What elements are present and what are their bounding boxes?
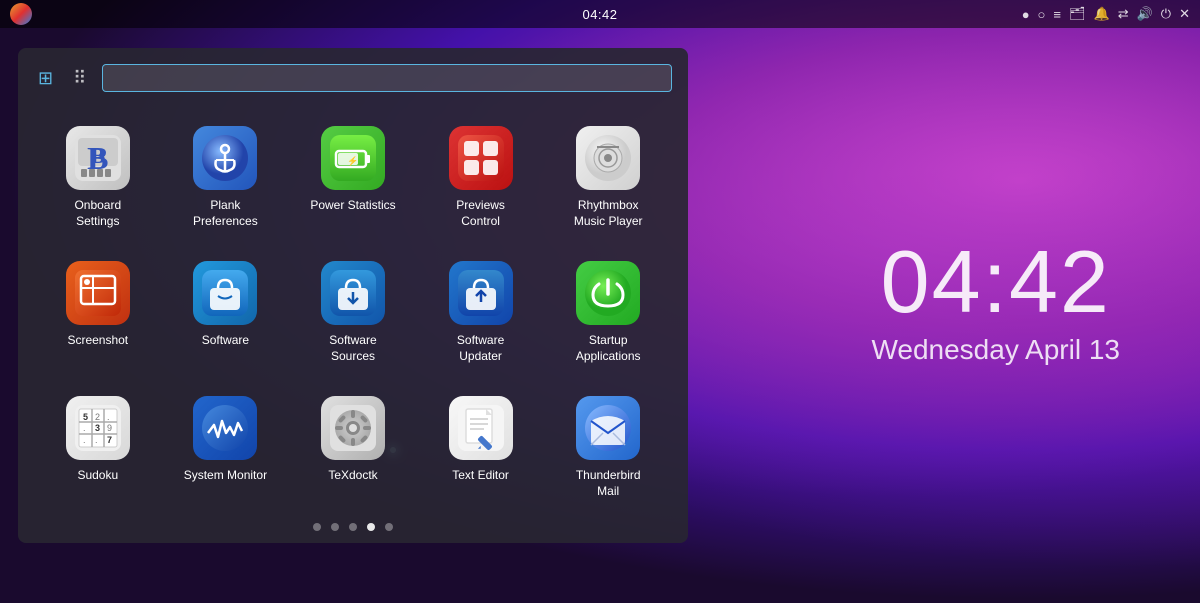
svg-text:3: 3 <box>95 423 100 433</box>
app-label-system-monitor: System Monitor <box>184 468 267 484</box>
indicator-network[interactable]: ⇄ <box>1118 6 1129 22</box>
topbar-left <box>10 3 32 25</box>
search-input[interactable] <box>102 64 672 92</box>
svg-text:⚡: ⚡ <box>347 155 358 167</box>
app-label-software: Software <box>202 333 249 349</box>
indicator-files[interactable]: 🗂 <box>1069 6 1086 22</box>
app-item-system-monitor[interactable]: System Monitor <box>162 378 290 513</box>
svg-text:.: . <box>107 412 110 422</box>
clock-date: Wednesday April 13 <box>871 334 1120 366</box>
indicator-notifications[interactable]: 🔔 <box>1094 6 1110 22</box>
app-label-software-sources: Software Sources <box>308 333 398 364</box>
app-label-sudoku: Sudoku <box>77 468 118 484</box>
app-icon-sudoku: 5 2 . . 3 9 . . 7 <box>66 396 130 460</box>
page-dot-3[interactable] <box>349 523 357 531</box>
topbar-right: ● ○ ≡ 🗂 🔔 ⇄ 🔊 ⏻ ✕ <box>1022 6 1190 22</box>
app-icon-texteditor <box>449 396 513 460</box>
app-label-screenshot: Screenshot <box>67 333 128 349</box>
view-all-button[interactable]: ⊞ <box>34 66 57 91</box>
clock-time: 04:42 <box>871 238 1120 326</box>
svg-text:.: . <box>83 423 86 433</box>
app-item-software-updater[interactable]: Software Updater <box>417 243 545 378</box>
app-icon-plank <box>193 126 257 190</box>
svg-text:5: 5 <box>83 412 88 422</box>
app-icon-software <box>193 261 257 325</box>
app-item-plank-preferences[interactable]: Plank Preferences <box>162 108 290 243</box>
app-icon-rhythmbox <box>576 126 640 190</box>
svg-text:2: 2 <box>95 412 100 422</box>
app-icon-onboard: B <box>66 126 130 190</box>
topbar-clock: 04:42 <box>582 7 617 22</box>
page-dot-4[interactable] <box>367 523 375 531</box>
indicator-dot2: ○ <box>1038 7 1046 22</box>
app-item-startup-applications[interactable]: Startup Applications <box>544 243 672 378</box>
app-label-software-updater: Software Updater <box>436 333 526 364</box>
app-item-software[interactable]: Software <box>162 243 290 378</box>
app-label-text-editor: Text Editor <box>452 468 509 484</box>
svg-text:.: . <box>83 435 86 445</box>
app-item-onboard-settings[interactable]: B Onboard Settings <box>34 108 162 243</box>
app-item-power-statistics[interactable]: ⚡ Power Statistics <box>289 108 417 243</box>
page-dot-2[interactable] <box>331 523 339 531</box>
app-item-sudoku[interactable]: 5 2 . . 3 9 . . 7 Sudoku <box>34 378 162 513</box>
view-grid-button[interactable]: ⠿ <box>69 66 90 91</box>
launcher-pagination <box>34 523 672 531</box>
topbar: 04:42 ● ○ ≡ 🗂 🔔 ⇄ 🔊 ⏻ ✕ <box>0 0 1200 28</box>
svg-text:.: . <box>95 435 98 445</box>
app-label-previews: Previews Control <box>436 198 526 229</box>
page-dot-5[interactable] <box>385 523 393 531</box>
app-label-texdoctk: TeXdoctk <box>328 468 377 484</box>
app-label-thunderbird: Thunderbird Mail <box>563 468 653 499</box>
app-item-software-sources[interactable]: Software Sources <box>289 243 417 378</box>
app-icon-screenshot <box>66 261 130 325</box>
indicator-power[interactable]: ⏻ <box>1161 6 1171 22</box>
app-launcher: ⊞ ⠿ B Onboard Settings <box>18 48 688 543</box>
app-item-rhythmbox[interactable]: Rhythmbox Music Player <box>544 108 672 243</box>
app-item-screenshot[interactable]: Screenshot <box>34 243 162 378</box>
clock-area: 04:42 Wednesday April 13 <box>871 238 1120 366</box>
app-label-startup: Startup Applications <box>563 333 653 364</box>
indicator-close[interactable]: ✕ <box>1179 6 1190 22</box>
app-icon-sysmon <box>193 396 257 460</box>
app-item-previews-control[interactable]: Previews Control <box>417 108 545 243</box>
launcher-topbar: ⊞ ⠿ <box>34 64 672 92</box>
app-grid: B Onboard Settings <box>34 108 672 513</box>
app-label-power: Power Statistics <box>310 198 395 214</box>
svg-text:9: 9 <box>107 423 112 433</box>
app-label-rhythmbox: Rhythmbox Music Player <box>563 198 653 229</box>
app-icon-previews <box>449 126 513 190</box>
app-item-texdoctk[interactable]: TeXdoctk <box>289 378 417 513</box>
menu-icon[interactable] <box>10 3 32 25</box>
app-item-text-editor[interactable]: Text Editor <box>417 378 545 513</box>
app-icon-updater <box>449 261 513 325</box>
app-label-onboard: Onboard Settings <box>53 198 143 229</box>
indicator-volume[interactable]: 🔊 <box>1137 6 1153 22</box>
indicator-dot1: ● <box>1022 7 1030 22</box>
app-icon-thunderbird <box>576 396 640 460</box>
app-icon-sources <box>321 261 385 325</box>
app-icon-startup <box>576 261 640 325</box>
page-dot-1[interactable] <box>313 523 321 531</box>
app-icon-power: ⚡ <box>321 126 385 190</box>
svg-text:B: B <box>90 143 105 168</box>
app-icon-texdoc <box>321 396 385 460</box>
app-item-thunderbird-mail[interactable]: Thunderbird Mail <box>544 378 672 513</box>
indicator-menu[interactable]: ≡ <box>1053 7 1061 22</box>
app-label-plank: Plank Preferences <box>180 198 270 229</box>
svg-text:7: 7 <box>107 435 112 445</box>
